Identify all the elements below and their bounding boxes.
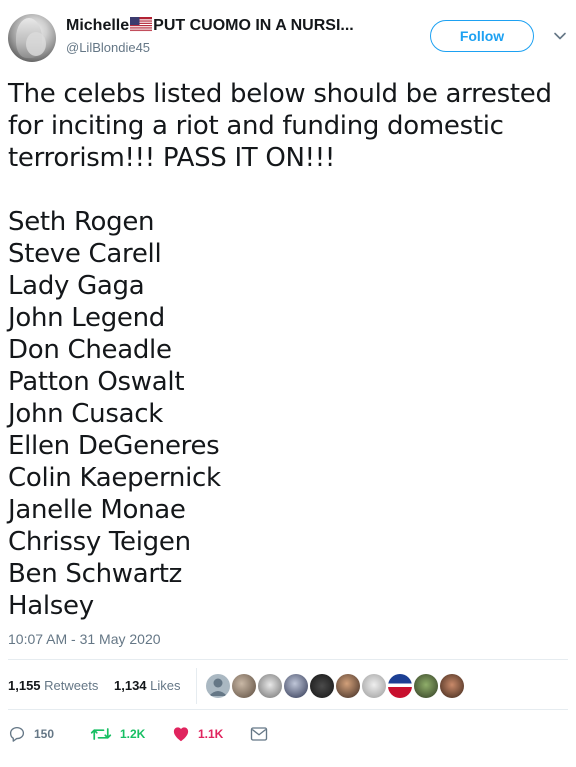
liker-avatar[interactable] [388, 674, 412, 698]
chevron-down-icon[interactable] [552, 28, 568, 44]
liker-avatar[interactable] [206, 674, 230, 698]
user-display-name[interactable]: Michelle PUT CUOMO IN A NURSI... [66, 16, 402, 36]
tweet-timestamp[interactable]: 10:07 AM - 31 May 2020 [8, 631, 161, 647]
liker-avatar[interactable] [232, 674, 256, 698]
retweet-button[interactable]: 1.2K [90, 720, 145, 748]
tweet-text: The celebs listed below should be arrest… [8, 79, 552, 621]
user-handle[interactable]: @LilBlondie45 [66, 40, 150, 55]
liker-avatar[interactable] [362, 674, 386, 698]
user-name-suffix: PUT CUOMO IN A NURSI... [153, 17, 354, 34]
retweet-count: 1.2K [120, 727, 146, 741]
retweets-label: Retweets [44, 678, 99, 693]
divider [8, 709, 568, 710]
liker-avatar[interactable] [440, 674, 464, 698]
like-count: 1.1K [198, 727, 224, 741]
envelope-icon [250, 727, 268, 741]
heart-icon [173, 727, 189, 742]
tweet-actions: 150 1.2K 1.1K [8, 720, 568, 748]
stats-separator [196, 668, 197, 704]
likes-count: 1,134 [114, 678, 147, 693]
retweet-icon [90, 728, 112, 740]
like-button[interactable]: 1.1K [172, 720, 223, 748]
us-flag-icon [130, 17, 153, 32]
liker-avatar[interactable] [414, 674, 438, 698]
follow-button[interactable]: Follow [430, 20, 534, 52]
direct-message-button[interactable] [250, 720, 276, 748]
liker-avatar[interactable] [336, 674, 360, 698]
avatar[interactable] [8, 14, 56, 62]
reply-icon [9, 726, 25, 742]
likes-label: Likes [150, 678, 181, 693]
default-avatar-icon [209, 678, 227, 696]
tweet-header: Michelle PUT CUOMO IN A NURSI... @LilBlo… [8, 12, 568, 64]
user-name-prefix: Michelle [66, 17, 130, 34]
retweets-count: 1,155 [8, 678, 41, 693]
reply-button[interactable]: 150 [8, 720, 54, 748]
engagement-stats: 1,155 Retweets 1,134 Likes [8, 668, 568, 704]
divider [8, 659, 568, 660]
reply-count: 150 [34, 727, 55, 741]
liker-avatar[interactable] [258, 674, 282, 698]
liker-avatar[interactable] [284, 674, 308, 698]
retweets-stat[interactable]: 1,155 Retweets [8, 678, 98, 693]
liker-avatar[interactable] [310, 674, 334, 698]
likes-stat[interactable]: 1,134 Likes [114, 678, 181, 693]
